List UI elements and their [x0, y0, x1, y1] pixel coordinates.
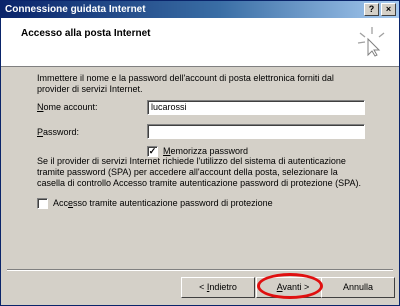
account-name-label: Nome account: — [37, 102, 98, 112]
spa-checkbox[interactable] — [37, 198, 48, 209]
window-title: Connessione guidata Internet — [5, 4, 146, 15]
back-button[interactable]: < Indietro — [181, 277, 255, 298]
spa-description: Se il provider di servizi Internet richi… — [37, 156, 361, 188]
title-bar: Connessione guidata Internet ? × — [1, 1, 399, 18]
spa-label: Accesso tramite autenticazione password … — [53, 198, 273, 208]
account-name-input[interactable]: lucarossi — [147, 100, 365, 115]
wizard-header: Accesso alla posta Internet — [1, 18, 399, 67]
close-button[interactable]: × — [381, 3, 396, 16]
password-input[interactable] — [147, 124, 365, 139]
cancel-button[interactable]: Annulla — [321, 277, 395, 298]
remember-password-label: Memorizza password — [163, 146, 249, 156]
wizard-sparkle-icon — [357, 27, 385, 57]
wizard-content: Immettere il nome e la password dell'acc… — [1, 67, 399, 267]
wizard-window: Connessione guidata Internet ? × Accesso… — [0, 0, 400, 306]
help-button[interactable]: ? — [364, 3, 379, 16]
footer-separator — [7, 269, 393, 271]
page-title: Accesso alla posta Internet — [21, 28, 151, 39]
password-label: Password: — [37, 127, 80, 137]
description-text: Immettere il nome e la password dell'acc… — [37, 73, 334, 94]
next-button[interactable]: Avanti > — [256, 277, 330, 298]
